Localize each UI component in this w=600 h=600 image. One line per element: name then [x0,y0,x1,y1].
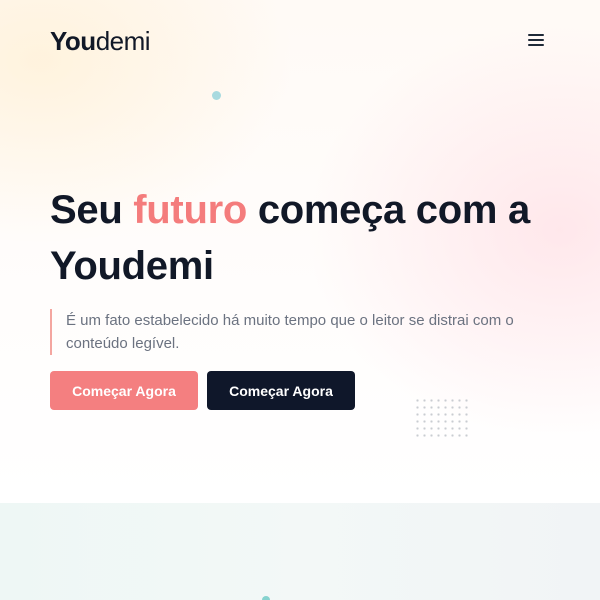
headline-part1: Seu [50,188,134,232]
headline-accent: futuro [133,188,247,232]
next-section [0,503,600,600]
start-now-secondary-button[interactable]: Começar Agora [207,371,355,410]
decorative-shape [262,596,270,600]
decorative-dot-grid [414,397,470,439]
logo-light-text: demi [95,26,151,56]
hero-lead-text: É um fato estabelecido há muito tempo qu… [50,309,566,355]
menu-bar [528,34,544,36]
hero-headline: Seu futuro começa com a Youdemi [50,182,570,294]
hero-section: Youdemi Seu futuro começa com a Youdemi … [0,0,600,503]
hamburger-menu-icon[interactable] [528,33,544,47]
start-now-primary-button[interactable]: Começar Agora [50,371,198,410]
decorative-dot [212,91,221,100]
menu-bar [528,39,544,41]
landing-page: Youdemi Seu futuro começa com a Youdemi … [0,0,600,600]
menu-bar [528,44,544,46]
logo-bold-text: You [50,26,96,56]
logo[interactable]: Youdemi [50,26,151,56]
